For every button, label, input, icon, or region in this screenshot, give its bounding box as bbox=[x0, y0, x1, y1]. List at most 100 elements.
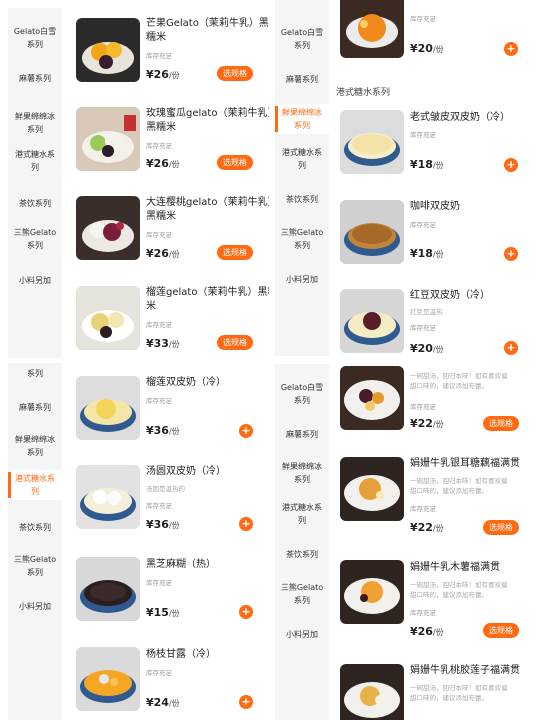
add-to-cart-button[interactable]: + bbox=[239, 695, 253, 709]
product-image[interactable] bbox=[340, 289, 404, 353]
sidebar-item-bingsu-label[interactable]: 鲜果绵绵冰系列 bbox=[275, 106, 329, 132]
product-price: ¥36/份 bbox=[146, 424, 180, 437]
product-description: 一碗甜汤，回归本味！如有喜欢偏甜口味的，建议添加布蕾。 bbox=[410, 372, 508, 390]
add-to-cart-button[interactable]: + bbox=[239, 605, 253, 619]
product-name: 大连樱桃gelato（茉莉牛乳）黑糯米 bbox=[146, 197, 269, 222]
product-price: ¥18/份 bbox=[410, 158, 444, 171]
product-name: 咖啡双皮奶 bbox=[410, 201, 460, 212]
sidebar-item-three-bears[interactable]: 三熊Gelato系列 bbox=[275, 581, 329, 607]
sidebar-item-hk-dessert[interactable]: 港式糖水系列 bbox=[8, 148, 62, 174]
stock-status: 库存充足 bbox=[146, 502, 172, 510]
product-price: ¥36/份 bbox=[146, 518, 180, 531]
sidebar-item-addons[interactable]: 小料另加 bbox=[275, 273, 329, 286]
product-image[interactable] bbox=[76, 286, 140, 350]
stock-status: 库存充足 bbox=[146, 579, 172, 587]
product-price: ¥26/份 bbox=[146, 247, 180, 260]
product-note: 红豆是温热 bbox=[410, 308, 443, 316]
category-sidebar: Gelato白雪系列 麻薯系列 鲜果绵绵冰系列 港式糖水系列 茶饮系列 三熊Ge… bbox=[275, 0, 329, 356]
sidebar-item-tea[interactable]: 茶饮系列 bbox=[8, 197, 62, 210]
product-image[interactable] bbox=[340, 366, 404, 430]
product-description: 一碗甜汤，回归本味！如有喜欢偏甜口味的，建议添加布蕾。 bbox=[410, 477, 508, 495]
choose-spec-button[interactable]: 选规格 bbox=[217, 155, 253, 170]
sidebar-item-three-bears[interactable]: 三熊Gelato系列 bbox=[8, 553, 62, 579]
product-image[interactable] bbox=[340, 0, 404, 58]
sidebar-item-gelato[interactable]: 系列 bbox=[8, 367, 62, 380]
sidebar-item-bingsu[interactable]: 鲜果绵绵冰系列 bbox=[275, 460, 329, 486]
choose-spec-button[interactable]: 选规格 bbox=[483, 623, 519, 638]
product-price: ¥33/份 bbox=[146, 337, 180, 350]
sidebar-item-mochi[interactable]: 麻薯系列 bbox=[275, 428, 329, 441]
sidebar-item-tea[interactable]: 茶饮系列 bbox=[8, 521, 62, 534]
add-to-cart-button[interactable]: + bbox=[504, 247, 518, 261]
product-price: ¥24/份 bbox=[146, 696, 180, 709]
sidebar-item-bingsu[interactable]: 鲜果绵绵冰系列 bbox=[8, 433, 62, 459]
sidebar-item-mochi[interactable]: 麻薯系列 bbox=[275, 73, 329, 86]
sidebar-item-three-bears[interactable]: 三熊Gelato系列 bbox=[275, 226, 329, 252]
add-to-cart-button[interactable]: + bbox=[239, 517, 253, 531]
add-to-cart-button[interactable]: + bbox=[504, 341, 518, 355]
sidebar-item-tea[interactable]: 茶饮系列 bbox=[275, 548, 329, 561]
choose-spec-button[interactable]: 选规格 bbox=[483, 520, 519, 535]
sidebar-item-gelato[interactable]: Gelato白雪系列 bbox=[275, 381, 329, 407]
product-image[interactable] bbox=[340, 200, 404, 264]
stock-status: 库存充足 bbox=[410, 131, 436, 139]
stock-status: 库存充足 bbox=[410, 403, 436, 411]
add-to-cart-button[interactable]: + bbox=[504, 158, 518, 172]
sidebar-item-hk-dessert-active[interactable]: 港式糖水系列 bbox=[8, 470, 62, 500]
stock-status: 库存充足 bbox=[146, 231, 172, 239]
product-image[interactable] bbox=[76, 107, 140, 171]
menu-panel-1: Gelato白雪系列 麻薯系列 鲜果绵绵冰系列 港式糖水系列 茶饮系列 三熊Ge… bbox=[8, 8, 269, 358]
category-sidebar: Gelato白雪系列 麻薯系列 鲜果绵绵冰系列 港式糖水系列 茶饮系列 三熊Ge… bbox=[8, 8, 62, 358]
stock-status: 库存充足 bbox=[410, 324, 436, 332]
product-name: 玫瑰蜜瓜gelato（茉莉牛乳）黑糯米 bbox=[146, 108, 269, 133]
product-image[interactable] bbox=[340, 560, 404, 624]
product-name: 娟姗牛乳木薯福满贯 bbox=[410, 562, 500, 573]
sidebar-item-tea[interactable]: 茶饮系列 bbox=[275, 193, 329, 206]
product-name: 红豆双皮奶（冷） bbox=[410, 290, 490, 301]
product-name: 榴莲gelato（茉莉牛乳）黑糯米 bbox=[146, 287, 269, 312]
sidebar-item-gelato[interactable]: Gelato白雪系列 bbox=[8, 25, 62, 51]
choose-spec-button[interactable]: 选规格 bbox=[217, 245, 253, 260]
product-image[interactable] bbox=[340, 664, 404, 720]
sidebar-item-bingsu[interactable]: 鲜果绵绵冰系列 bbox=[8, 110, 62, 136]
product-note: 汤圆是温热的 bbox=[146, 485, 185, 493]
sidebar-item-mochi[interactable]: 麻薯系列 bbox=[8, 401, 62, 414]
sidebar-item-hk-dessert[interactable]: 港式糖水系列 bbox=[275, 146, 329, 172]
sidebar-item-gelato[interactable]: Gelato白雪系列 bbox=[275, 26, 329, 52]
product-image[interactable] bbox=[76, 465, 140, 529]
stock-status: 库存充足 bbox=[146, 669, 172, 677]
product-price: ¥15/份 bbox=[146, 606, 180, 619]
sidebar-item-mochi[interactable]: 麻薯系列 bbox=[8, 72, 62, 85]
product-price: ¥18/份 bbox=[410, 247, 444, 260]
product-image[interactable] bbox=[76, 196, 140, 260]
product-price: ¥26/份 bbox=[146, 157, 180, 170]
product-name: 娟姗牛乳桃胶莲子福满贯 bbox=[410, 665, 520, 676]
product-name: 娟姗牛乳银耳糖藕福满贯 bbox=[410, 458, 520, 469]
product-image[interactable] bbox=[76, 18, 140, 82]
product-image[interactable] bbox=[76, 647, 140, 711]
product-name: 芒果Gelato（茉莉牛乳）黑糯米 bbox=[146, 18, 269, 43]
add-to-cart-button[interactable]: + bbox=[239, 424, 253, 438]
sidebar-item-addons[interactable]: 小料另加 bbox=[8, 274, 62, 287]
choose-spec-button[interactable]: 选规格 bbox=[483, 416, 519, 431]
sidebar-item-three-bears[interactable]: 三熊Gelato系列 bbox=[8, 226, 62, 252]
product-image[interactable] bbox=[76, 557, 140, 621]
product-price: ¥26/份 bbox=[410, 625, 444, 638]
product-name: 老式皱皮双皮奶（冷） bbox=[410, 112, 510, 123]
stock-status: 库存充足 bbox=[146, 142, 172, 150]
choose-spec-button[interactable]: 选规格 bbox=[217, 335, 253, 350]
product-image[interactable] bbox=[76, 376, 140, 440]
product-price: ¥22/份 bbox=[410, 521, 444, 534]
product-image[interactable] bbox=[340, 457, 404, 521]
product-price: ¥20/份 bbox=[410, 42, 444, 55]
stock-status: 库存充足 bbox=[410, 15, 436, 23]
stock-status: 库存充足 bbox=[146, 321, 172, 329]
sidebar-item-addons[interactable]: 小料另加 bbox=[8, 600, 62, 613]
sidebar-item-hk-dessert[interactable]: 港式糖水系列 bbox=[275, 501, 329, 527]
product-price: ¥22/份 bbox=[410, 417, 444, 430]
product-name: 杨枝甘露（冷） bbox=[146, 649, 216, 660]
sidebar-item-addons[interactable]: 小料另加 bbox=[275, 628, 329, 641]
product-image[interactable] bbox=[340, 110, 404, 174]
add-to-cart-button[interactable]: + bbox=[504, 42, 518, 56]
choose-spec-button[interactable]: 选规格 bbox=[217, 66, 253, 81]
